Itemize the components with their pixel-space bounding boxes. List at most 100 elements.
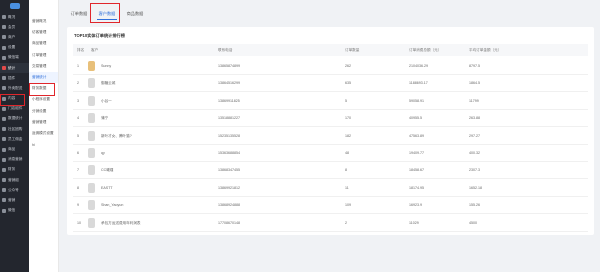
menu-icon <box>2 35 6 40</box>
cell-customer: 新叶才女、腾叶猫? <box>101 133 132 138</box>
table-row[interactable]: 4 蒲宁 13518881227 170 40955.5 263.88 <box>73 109 588 128</box>
customer-avatar <box>88 217 95 228</box>
sub-menu-item[interactable]: 订单管理 <box>29 50 58 61</box>
main-menu-item[interactable]: 内容 <box>0 94 29 104</box>
main-menu-item[interactable]: 数据统计 <box>0 114 29 124</box>
cell-rank: 7 <box>77 168 79 173</box>
main-menu-item[interactable]: 插件 <box>0 73 29 83</box>
main-menu-item[interactable]: 统计 <box>0 62 29 74</box>
menu-icon <box>2 76 6 81</box>
sub-menu-item[interactable]: 财务数据 <box>29 83 58 94</box>
customer-avatar <box>88 130 95 141</box>
main-menu-item[interactable]: 微信端 <box>0 53 29 63</box>
cell-order-count: 8 <box>345 168 347 173</box>
column-rank: 排名 <box>77 48 85 52</box>
main-menu-label: 内容 <box>8 96 16 101</box>
cell-customer: qy <box>101 151 105 155</box>
main-menu-item[interactable]: 外卖配送 <box>0 83 29 93</box>
cell-order-count: 635 <box>345 81 351 86</box>
menu-icon <box>2 198 6 203</box>
sub-menu-item[interactable]: hi <box>29 139 58 150</box>
main-menu-label: 商品 <box>8 147 16 152</box>
main-menu-label: 社区团购 <box>8 126 23 131</box>
main-menu-item[interactable]: 财务 <box>0 165 29 175</box>
menu-icon <box>2 178 6 183</box>
main-menu-label: 微信 <box>8 208 16 213</box>
cell-rank: 3 <box>77 98 79 103</box>
cell-order-average: 263.88 <box>469 116 480 121</box>
menu-icon <box>2 45 6 50</box>
table-row[interactable]: 1 Sunny 13865874899 262 2104036.29 8797.5 <box>73 57 588 75</box>
main-menu-item[interactable]: 设置 <box>0 43 29 53</box>
tab-product-data[interactable]: 商品数据 <box>121 8 149 20</box>
main-menu-label: 财务 <box>8 167 16 172</box>
table-row[interactable]: 2 御膳云城 13864516299 635 1188693.17 1864.5 <box>73 74 588 93</box>
main-sidebar: 概况会员商户设置微信端统计 插件外卖配送内容门店组件数据统计社区团购员工佣金商品消… <box>0 0 29 272</box>
sub-menu-item[interactable]: 返佣模式设置 <box>29 128 58 139</box>
sub-menu-item[interactable]: 营销管理 <box>29 117 58 128</box>
column-order-count: 订单数量 <box>345 48 360 52</box>
cell-order-count: 48 <box>345 151 349 155</box>
cell-customer: 御膳云城 <box>101 81 116 86</box>
cell-phone: 13868347455 <box>218 168 240 173</box>
customer-avatar <box>88 182 95 193</box>
sub-menu-item[interactable]: 交易管理 <box>29 61 58 72</box>
table-row[interactable]: 3 小谷一 13869911825 5 59058.91 11799 <box>73 92 588 110</box>
cell-order-total: 2104036.29 <box>409 64 428 68</box>
main-menu-item[interactable]: 社区团购 <box>0 124 29 134</box>
table-row[interactable]: 9 Shan_Yaoyun 13868924888 109 16923.9 155.26 <box>73 196 588 215</box>
menu-icon <box>2 157 6 162</box>
table-row[interactable]: 7 CC曦瑾 13868347455 8 18458.67 2307.3 <box>73 161 588 180</box>
menu-icon <box>2 127 6 132</box>
main-menu-item[interactable]: 员工佣金 <box>0 134 29 144</box>
customer-avatar <box>88 78 95 89</box>
main-menu-label: 设置 <box>8 45 16 50</box>
cell-order-average: 1652.18 <box>469 185 482 190</box>
menu-icon <box>2 55 6 60</box>
main-menu-label: 公众号 <box>8 187 19 192</box>
main-menu-item[interactable]: 微信 <box>0 206 29 216</box>
table-row[interactable]: 10 承包方运送费用年利润表 17708670148 2 11029 4500 <box>73 214 588 232</box>
main-menu-item[interactable]: 营销 <box>0 195 29 205</box>
main-menu-label: 微信端 <box>8 55 19 60</box>
sub-menu-item[interactable]: 商品管理 <box>29 38 58 49</box>
sub-menu-item[interactable]: 访客管理 <box>29 27 58 38</box>
main-menu-item[interactable]: 门店组件 <box>0 104 29 114</box>
cell-customer: EASTT <box>101 185 113 190</box>
cell-order-total: 59058.91 <box>409 98 424 103</box>
sub-menu-item[interactable]: 营销统计 <box>29 71 58 84</box>
tab-order-data[interactable]: 订单数据 <box>65 8 93 20</box>
table-row[interactable]: 8 EASTT 13869921812 11 18174.95 1652.18 <box>73 179 588 197</box>
main-menu-item[interactable]: 概况 <box>0 12 29 22</box>
table-row[interactable]: 5 新叶才女、腾叶猫? 15235135528 182 47563.89 297.27 <box>73 127 588 145</box>
tab-customer-data[interactable]: 客户数据 <box>93 8 121 20</box>
menu-icon <box>2 66 6 71</box>
main-menu-label: 员工佣金 <box>8 136 23 141</box>
menu-icon <box>2 188 6 193</box>
cell-rank: 8 <box>77 185 79 190</box>
app-root: 概况会员商户设置微信端统计 插件外卖配送内容门店组件数据统计社区团购员工佣金商品消… <box>0 0 600 272</box>
main-menu-item[interactable]: 商品 <box>0 144 29 154</box>
sub-menu-item[interactable]: 小程序设置 <box>29 94 58 105</box>
customer-avatar <box>88 61 95 71</box>
customer-avatar <box>88 165 95 176</box>
cell-order-total: 18458.67 <box>409 168 424 173</box>
sub-menu-item[interactable]: 营销概况 <box>29 16 58 27</box>
sub-menu-item[interactable]: 分销设置 <box>29 106 58 117</box>
main-menu-label: 会员 <box>8 24 16 29</box>
main-menu-item[interactable]: 营销组 <box>0 175 29 185</box>
main-menu-label: 插件 <box>8 75 16 80</box>
main-menu-item[interactable]: 公众号 <box>0 185 29 195</box>
table-row[interactable]: 6 qy 15363688854 48 19409.77 400.32 <box>73 144 588 162</box>
cell-order-total: 11029 <box>409 220 419 225</box>
main-menu-item[interactable]: 商户 <box>0 32 29 42</box>
cell-customer: Shan_Yaoyun <box>101 203 124 208</box>
main-menu-item[interactable]: 会员 <box>0 22 29 32</box>
cell-phone: 17708670148 <box>218 220 240 225</box>
main-menu-label: 数据统计 <box>8 116 23 121</box>
cell-customer: 小谷一 <box>101 98 112 103</box>
cell-order-count: 2 <box>345 220 347 225</box>
main-menu-item[interactable]: 消息营销 <box>0 155 29 165</box>
cell-phone: 13869921812 <box>218 185 240 190</box>
cell-rank: 4 <box>77 116 79 121</box>
